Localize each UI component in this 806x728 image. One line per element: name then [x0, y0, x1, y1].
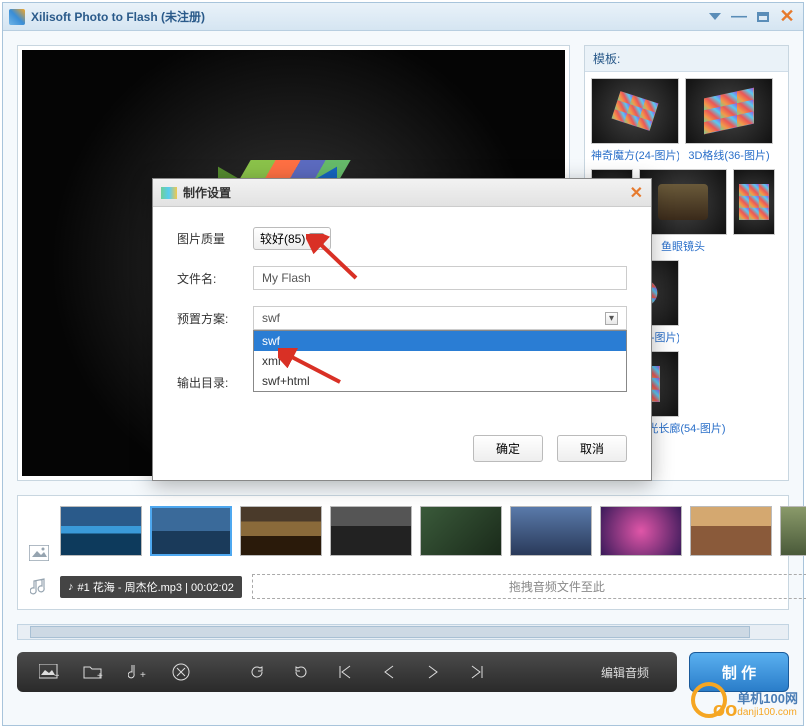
horizontal-scrollbar[interactable]	[17, 624, 789, 640]
watermark: oo 单机100网 danji100.com	[691, 682, 798, 724]
thumb-2[interactable]	[240, 506, 322, 556]
thumb-4[interactable]	[420, 506, 502, 556]
preset-label: 预置方案:	[177, 310, 253, 327]
add-audio-button[interactable]: +	[125, 660, 149, 684]
image-thumb-row	[60, 506, 806, 556]
move-last-button[interactable]	[465, 660, 489, 684]
audio-drop-zone[interactable]: 拖拽音频文件至此	[252, 574, 806, 599]
chevron-down-icon: ▾	[605, 312, 618, 325]
move-first-button[interactable]	[333, 660, 357, 684]
close-button[interactable]: ✕	[777, 7, 797, 27]
filename-label: 文件名:	[177, 270, 253, 287]
scrollbar-thumb[interactable]	[30, 626, 750, 638]
add-image-button[interactable]: +	[37, 660, 61, 684]
audio-track-icon	[28, 576, 50, 598]
preset-option-xml[interactable]: xml	[254, 351, 626, 371]
dialog-title: 制作设置	[183, 184, 630, 201]
image-track-icon	[28, 542, 50, 564]
thumb-7[interactable]	[690, 506, 772, 556]
dialog-close-button[interactable]: ✕	[630, 183, 643, 203]
rotate-left-button[interactable]	[245, 660, 269, 684]
note-icon: ♪	[68, 581, 74, 593]
template-item-3[interactable]: 鱼眼镜头	[639, 169, 727, 254]
template-header: 模板:	[585, 46, 788, 72]
settings-dialog: 制作设置 ✕ 图片质量 较好(85) ▼ 文件名: 预置方案: swf ▾ sw…	[152, 178, 652, 481]
rotate-right-button[interactable]	[289, 660, 313, 684]
quality-select[interactable]: 较好(85) ▼	[253, 227, 331, 250]
dialog-icon	[161, 187, 177, 199]
edit-audio-button[interactable]: 编辑音频	[593, 662, 657, 683]
thumb-6[interactable]	[600, 506, 682, 556]
chevron-down-icon: ▼	[309, 233, 324, 245]
quality-label: 图片质量	[177, 230, 253, 247]
thumb-1[interactable]	[150, 506, 232, 556]
audio-clip[interactable]: ♪ #1 花海 - 周杰伦.mp3 | 00:02:02	[60, 576, 242, 598]
cancel-button[interactable]: 取消	[557, 435, 627, 462]
delete-button[interactable]	[169, 660, 193, 684]
filename-input[interactable]	[253, 266, 627, 290]
svg-text:+: +	[97, 671, 103, 680]
titlebar-menu-button[interactable]	[705, 7, 725, 27]
preset-select[interactable]: swf ▾	[253, 306, 627, 330]
svg-text:+: +	[140, 670, 146, 681]
audio-row: ♪ #1 花海 - 周杰伦.mp3 | 00:02:02 拖拽音频文件至此	[60, 574, 806, 599]
output-label: 输出目录:	[177, 374, 253, 391]
thumbnail-strip: ♪ #1 花海 - 周杰伦.mp3 | 00:02:02 拖拽音频文件至此	[17, 495, 789, 610]
app-title: Xilisoft Photo to Flash (未注册)	[31, 8, 701, 25]
move-left-button[interactable]	[377, 660, 401, 684]
maximize-button[interactable]	[753, 7, 773, 27]
thumb-0[interactable]	[60, 506, 142, 556]
template-item-4[interactable]	[733, 169, 775, 254]
preset-option-swf[interactable]: swf	[254, 331, 626, 351]
dialog-titlebar: 制作设置 ✕	[153, 179, 651, 207]
app-icon	[9, 9, 25, 25]
thumb-8[interactable]	[780, 506, 806, 556]
add-folder-button[interactable]: +	[81, 660, 105, 684]
thumb-3[interactable]	[330, 506, 412, 556]
watermark-logo-icon: oo	[691, 682, 733, 724]
move-right-button[interactable]	[421, 660, 445, 684]
titlebar: Xilisoft Photo to Flash (未注册) — ✕	[3, 3, 803, 31]
svg-text:+: +	[54, 671, 59, 680]
preset-dropdown: swf xml swf+html	[253, 330, 627, 392]
template-item-0[interactable]: 神奇魔方(24-图片)	[591, 78, 679, 163]
toolbar: + + + 编辑音频	[17, 652, 677, 692]
preset-option-swfhtml[interactable]: swf+html	[254, 371, 626, 391]
minimize-button[interactable]: —	[729, 7, 749, 27]
bottom-bar: + + + 编辑音频 制 作	[17, 652, 789, 692]
thumb-5[interactable]	[510, 506, 592, 556]
ok-button[interactable]: 确定	[473, 435, 543, 462]
template-item-1[interactable]: 3D格线(36-图片)	[685, 78, 773, 163]
